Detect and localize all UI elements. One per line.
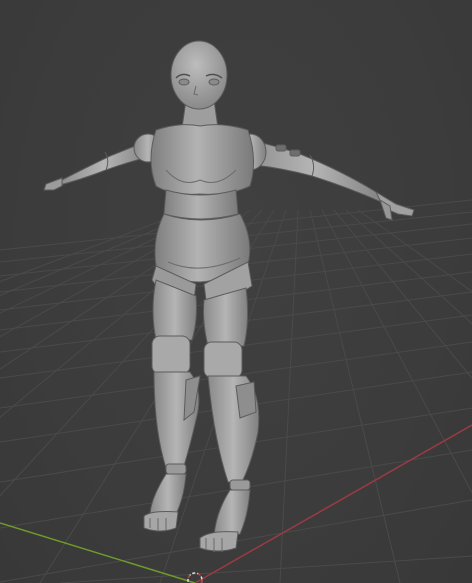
right-knee: [203, 341, 243, 379]
chest[interactable]: [150, 124, 254, 195]
left-foot[interactable]: [143, 473, 187, 532]
right-foot[interactable]: [199, 489, 251, 552]
right-ankle: [229, 479, 251, 491]
left-knee: [151, 335, 191, 375]
head[interactable]: [170, 40, 228, 110]
right-arm[interactable]: [233, 133, 415, 221]
humanoid-mannequin[interactable]: [43, 40, 415, 552]
3d-viewport[interactable]: [0, 0, 472, 583]
left-arm[interactable]: [43, 133, 163, 191]
left-ankle: [165, 463, 187, 475]
viewport-canvas[interactable]: [0, 0, 472, 583]
